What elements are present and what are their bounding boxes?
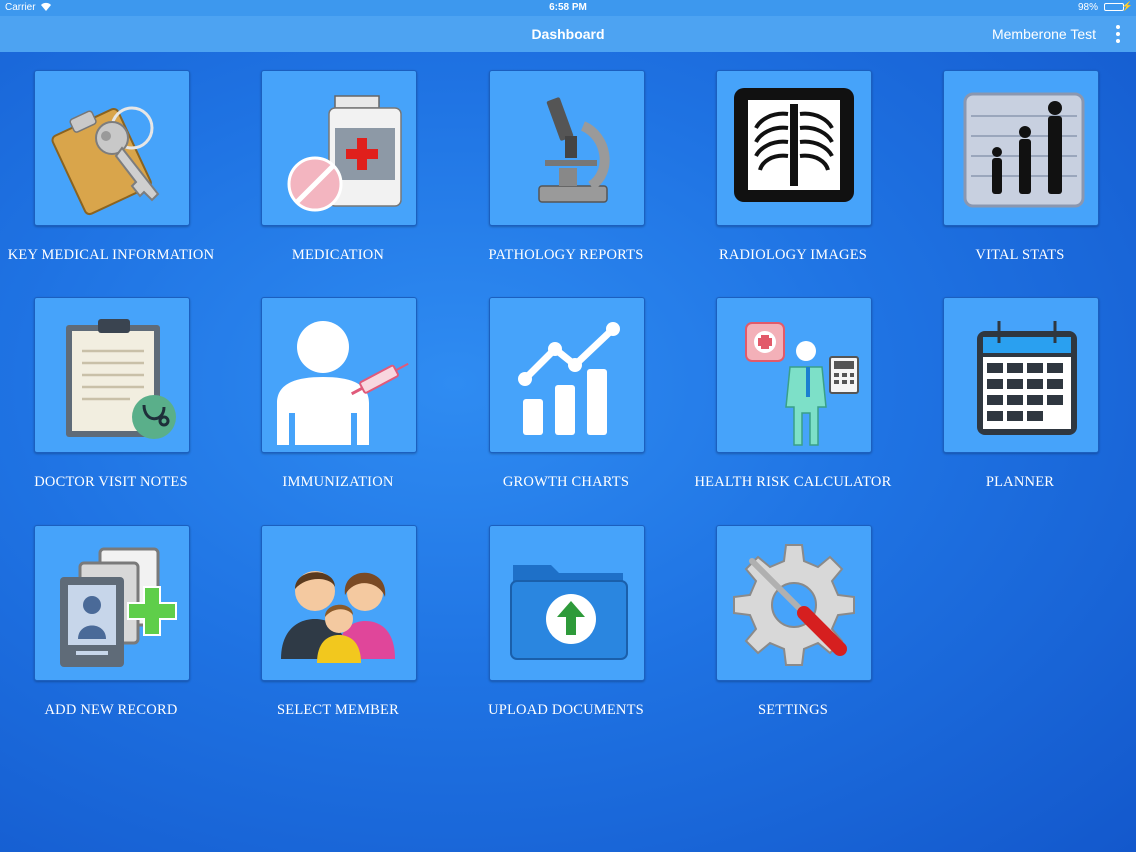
tile-label: IMMUNIZATION bbox=[282, 474, 394, 490]
page-title: Dashboard bbox=[531, 26, 605, 42]
medicine-bottle-icon[interactable] bbox=[261, 70, 417, 226]
tile-label: PLANNER bbox=[985, 474, 1055, 490]
tile-immunization[interactable]: IMMUNIZATION bbox=[227, 297, 455, 507]
tile-label: DOCTOR VISIT NOTES bbox=[34, 474, 188, 490]
tile-growth-charts[interactable]: GROWTH CHARTS bbox=[455, 297, 683, 507]
tile-health-risk-calculator[interactable]: HEALTH RISK CALCULATOR bbox=[682, 297, 910, 507]
tile-vital-stats[interactable]: VITAL STATS bbox=[909, 70, 1136, 280]
upload-folder-icon[interactable] bbox=[489, 525, 645, 681]
tile-key-medical-information[interactable]: KEY MEDICAL INFORMATION bbox=[0, 70, 228, 280]
tile-label: KEY MEDICAL INFORMATION bbox=[7, 247, 215, 263]
xray-icon[interactable] bbox=[716, 70, 872, 226]
add-record-icon[interactable] bbox=[34, 525, 190, 681]
current-user[interactable]: Memberone Test bbox=[992, 26, 1096, 42]
status-time: 6:58 PM bbox=[549, 2, 587, 13]
tile-label: ADD NEW RECORD bbox=[44, 702, 178, 718]
tile-label: MEDICATION bbox=[291, 247, 385, 263]
more-menu-icon[interactable] bbox=[1114, 25, 1122, 43]
nav-bar: Dashboard Memberone Test bbox=[0, 16, 1136, 52]
status-bar: Carrier 6:58 PM 98% ⚡ bbox=[0, 0, 1136, 16]
tile-select-member[interactable]: SELECT MEMBER bbox=[227, 525, 455, 735]
family-icon[interactable] bbox=[261, 525, 417, 681]
tile-label: RADIOLOGY IMAGES bbox=[718, 247, 868, 263]
gear-screwdriver-icon[interactable] bbox=[716, 525, 872, 681]
tile-upload-documents[interactable]: UPLOAD DOCUMENTS bbox=[455, 525, 683, 735]
tile-label: UPLOAD DOCUMENTS bbox=[488, 702, 644, 718]
tile-label: VITAL STATS bbox=[975, 247, 1065, 263]
tile-label: PATHOLOGY REPORTS bbox=[488, 247, 644, 263]
tile-radiology-images[interactable]: RADIOLOGY IMAGES bbox=[682, 70, 910, 280]
tile-planner[interactable]: PLANNER bbox=[909, 297, 1136, 507]
tile-doctor-visit-notes[interactable]: DOCTOR VISIT NOTES bbox=[0, 297, 228, 507]
clipboard-stethoscope-icon[interactable] bbox=[34, 297, 190, 453]
person-syringe-icon[interactable] bbox=[261, 297, 417, 453]
tile-label: SELECT MEMBER bbox=[277, 702, 399, 718]
calendar-icon[interactable] bbox=[943, 297, 1099, 453]
microscope-icon[interactable] bbox=[489, 70, 645, 226]
charging-icon: ⚡ bbox=[1121, 1, 1133, 11]
tile-pathology-reports[interactable]: PATHOLOGY REPORTS bbox=[455, 70, 683, 280]
tile-medication[interactable]: MEDICATION bbox=[227, 70, 455, 280]
tile-settings[interactable]: SETTINGS bbox=[682, 525, 910, 735]
doctor-calculator-icon[interactable] bbox=[716, 297, 872, 453]
battery-percent: 98% bbox=[1077, 2, 1098, 13]
tile-add-new-record[interactable]: ADD NEW RECORD bbox=[0, 525, 228, 735]
growth-chart-icon[interactable] bbox=[489, 297, 645, 453]
key-card-icon[interactable] bbox=[34, 70, 190, 226]
tile-label: HEALTH RISK CALCULATOR bbox=[694, 474, 892, 490]
tile-label: GROWTH CHARTS bbox=[502, 474, 630, 490]
tile-label: SETTINGS bbox=[757, 702, 829, 718]
height-chart-icon[interactable] bbox=[943, 70, 1099, 226]
